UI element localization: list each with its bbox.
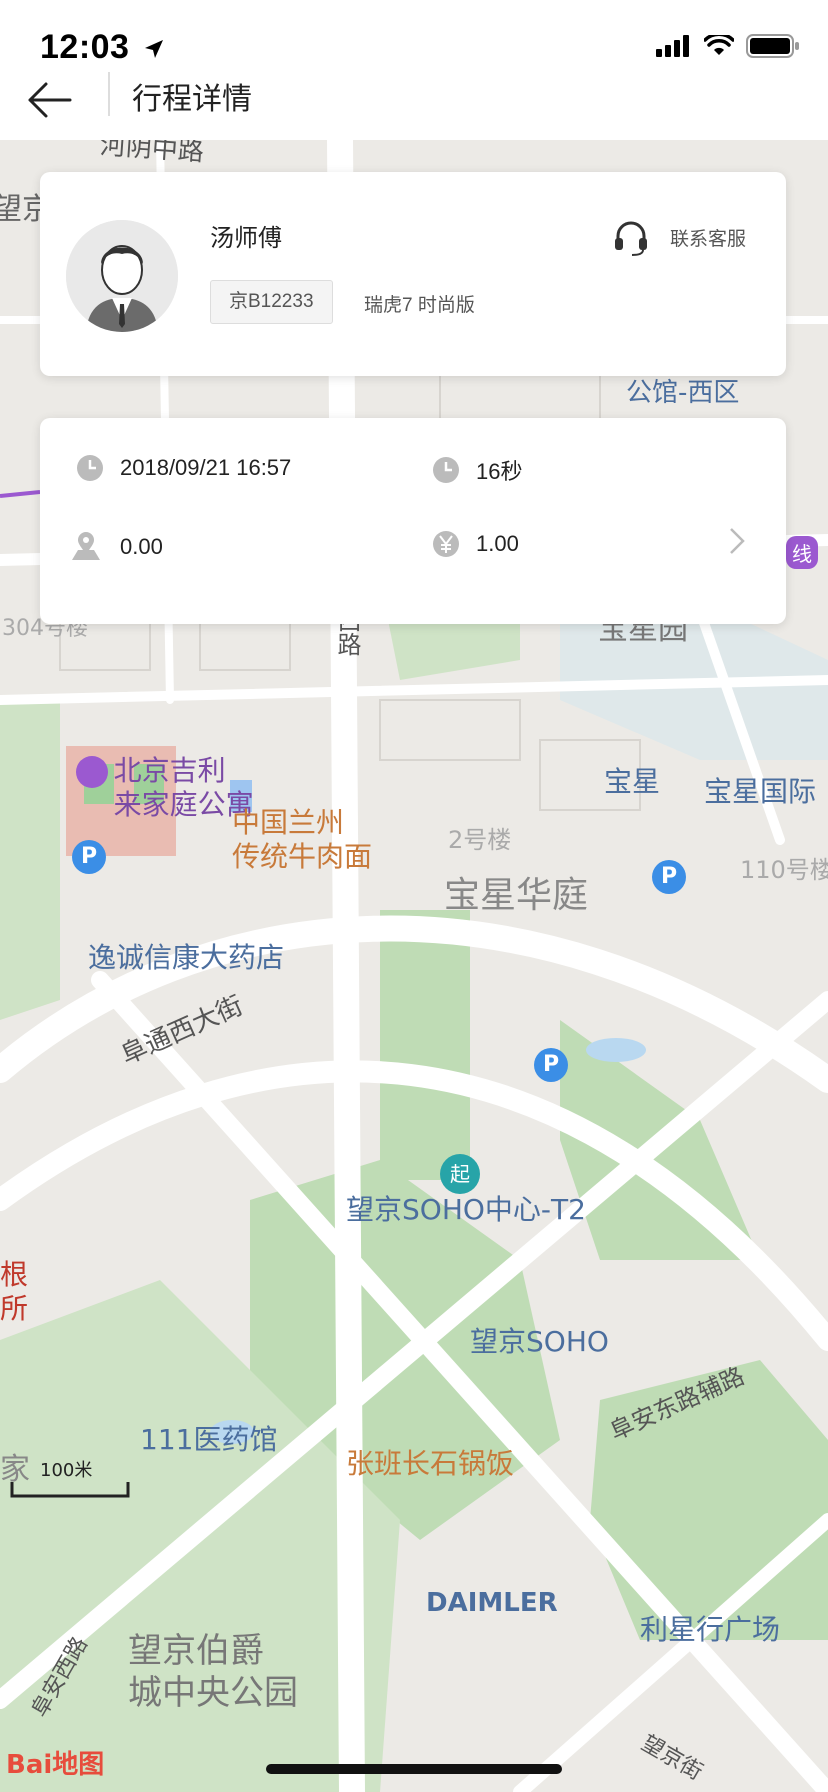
driver-avatar — [66, 220, 178, 332]
trip-duration-row: 16秒 — [432, 454, 522, 486]
back-arrow-icon — [28, 82, 72, 118]
map-label-lanzhou: 中国兰州 传统牛肉面 — [232, 806, 373, 873]
map-label-baoxing: 宝星 — [604, 765, 661, 798]
map-view[interactable]: 河阴中路 望京 公馆-西区 线 304号楼 阜安西路 宝星园 北京吉利 来家庭公… — [0, 140, 828, 1792]
trip-fare-row: 1.00 — [432, 530, 519, 558]
wifi-icon — [704, 35, 734, 55]
driver-card: 汤师傅 京B12233 瑞虎7 时尚版 联系客服 — [40, 172, 786, 376]
parking-icon: P — [72, 840, 106, 874]
contact-service-button[interactable]: 联系客服 — [612, 218, 746, 256]
map-label-soho: 望京SOHO — [470, 1325, 609, 1358]
map-label-gongguan: 公馆-西区 — [626, 378, 740, 408]
trip-distance: 0.00 — [120, 534, 163, 559]
trip-fare: 1.00 — [476, 531, 519, 556]
trip-datetime: 2018/09/21 16:57 — [120, 455, 292, 480]
parking-icon: P — [534, 1048, 568, 1082]
hotel-icon — [75, 756, 108, 788]
yuan-icon — [433, 531, 459, 557]
parking-icon: P — [652, 860, 686, 894]
map-label-baoxing-intl: 宝星国际 — [704, 775, 817, 808]
trip-summary-card[interactable]: 2018/09/21 16:57 16秒 0.00 1.00 — [40, 418, 786, 624]
baidu-map-logo: Bai地图 — [6, 1750, 105, 1780]
clock-icon — [433, 457, 459, 483]
car-model: 瑞虎7 时尚版 — [364, 295, 475, 316]
contact-service-label: 联系客服 — [669, 228, 746, 250]
location-pin-icon — [72, 532, 100, 560]
map-label-lixing: 利星行广场 — [640, 1613, 781, 1646]
driver-name: 汤师傅 — [210, 225, 282, 252]
start-marker[interactable]: 起 — [440, 1154, 480, 1194]
home-indicator — [266, 1764, 562, 1774]
map-label-apartment: 北京吉利 来家庭公寓 — [40, 720, 254, 856]
navigation-bar: 行程详情 — [0, 60, 828, 140]
trip-datetime-row: 2018/09/21 16:57 — [76, 454, 291, 482]
map-label-jia: 家 — [0, 1452, 30, 1487]
map-scale-label: 100米 — [40, 1460, 93, 1481]
driver-avatar-icon — [66, 220, 178, 332]
location-arrow-icon — [145, 40, 164, 58]
battery-icon — [746, 34, 799, 58]
trip-distance-row: 0.00 — [68, 532, 163, 562]
map-label-line: 线 — [786, 536, 818, 569]
clock-icon — [77, 455, 103, 481]
map-label-gen: 根 所 — [0, 1258, 29, 1325]
map-label-pharmacy: 逸诚信康大药店 — [88, 941, 285, 974]
map-label-111: 111医药馆 — [140, 1423, 278, 1456]
map-label-daimler: DAIMLER — [426, 1588, 558, 1618]
map-label-zhangban: 张班长石锅饭 — [346, 1447, 515, 1480]
map-label-soho-t2: 望京SOHO中心-T2 — [346, 1193, 586, 1226]
map-label-110: 110号楼 — [740, 856, 828, 884]
license-plate: 京B12233 — [210, 280, 333, 324]
map-label-park: 望京伯爵 城中央公园 — [128, 1631, 298, 1713]
status-icons — [656, 34, 800, 58]
map-label-building2: 2号楼 — [448, 826, 512, 854]
headset-icon — [614, 221, 647, 256]
nav-divider — [108, 72, 110, 116]
chevron-right-icon[interactable] — [728, 526, 746, 556]
map-label-baoxing-huating: 宝星华庭 — [444, 875, 589, 916]
cellular-signal-icon — [656, 35, 689, 57]
trip-duration: 16秒 — [476, 459, 523, 484]
page-title: 行程详情 — [132, 83, 252, 116]
back-button[interactable] — [24, 72, 80, 128]
